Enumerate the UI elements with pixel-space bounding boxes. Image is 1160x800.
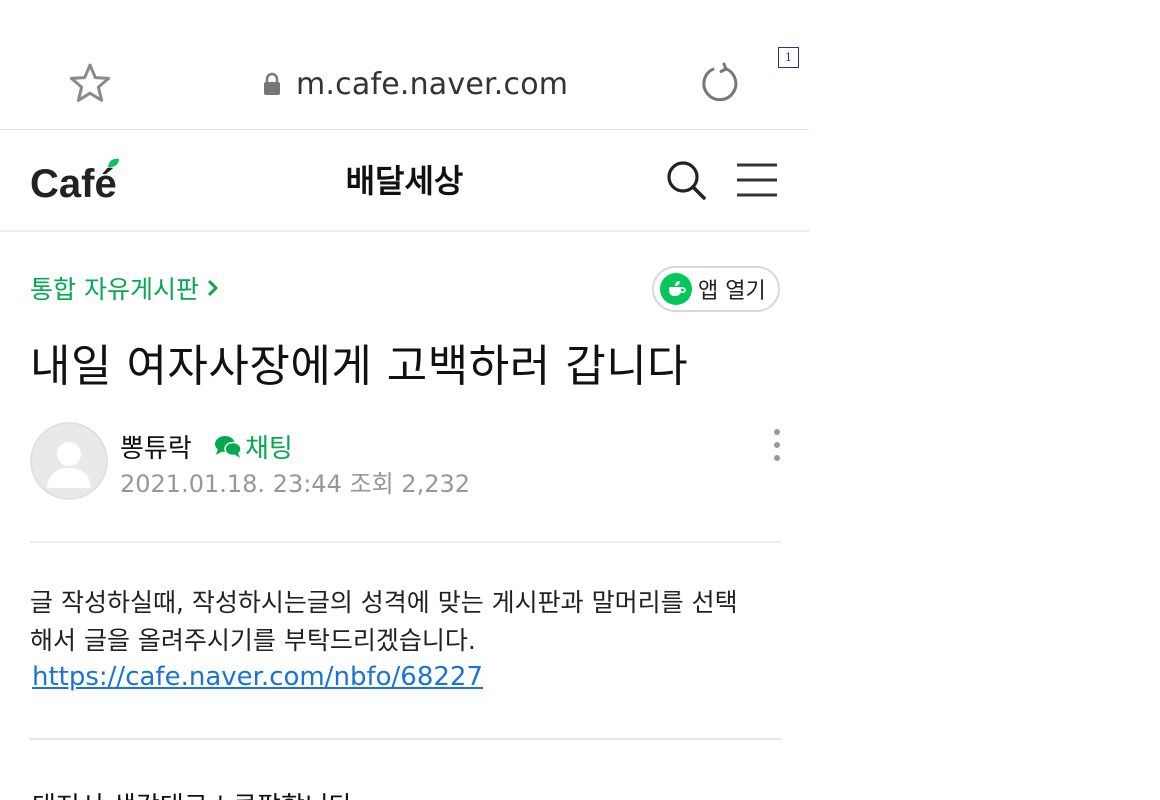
more-options-button[interactable] [764, 428, 790, 464]
divider [30, 738, 781, 740]
url-text: m.cafe.naver.com [296, 66, 569, 102]
page-number-badge: 1 [778, 47, 799, 68]
reload-icon [702, 62, 738, 102]
article-title: 내일 여자사장에게 고백하러 갑니다 [30, 341, 689, 392]
notice-line: 해서 글을 올려주시기를 부탁드리겠습니다. [30, 626, 476, 655]
url-field[interactable]: m.cafe.naver.com [262, 64, 568, 104]
star-icon [69, 63, 111, 102]
cafe-app-icon [660, 273, 692, 305]
menu-button[interactable] [734, 158, 780, 202]
notice-line: 글 작성하실때, 작성하시는글의 성격에 맞는 게시판과 말머리를 선택 [30, 588, 738, 617]
avatar-placeholder-icon [30, 422, 108, 500]
chat-bubble-icon [215, 435, 242, 458]
search-icon [667, 161, 706, 200]
chat-label: 채팅 [245, 434, 293, 464]
notice-text: 글 작성하실때, 작성하시는글의 성격에 맞는 게시판과 말머리를 선택 해서 … [30, 584, 790, 660]
open-app-label: 앱 열기 [698, 279, 766, 304]
open-app-button[interactable]: 앱 열기 [652, 266, 780, 312]
article-body-text: 대저서 생각대로 | 큰팔합니다 [32, 786, 353, 800]
views-label: 조회 [349, 470, 394, 498]
reload-button[interactable] [698, 62, 742, 106]
menu-icon [737, 163, 777, 197]
author-name[interactable]: 뽕튜락 [120, 428, 192, 465]
more-vertical-icon [774, 429, 780, 461]
divider [30, 541, 781, 543]
board-name: 통합 자유게시판 [30, 275, 199, 304]
bookmark-button[interactable] [68, 62, 112, 106]
notice-link[interactable]: https://cafe.naver.com/nbfo/68227 [32, 662, 483, 692]
mobile-viewport: m.cafe.naver.com Café 배달세상 통합 자유게시판 앱 열기… [0, 0, 809, 800]
lock-icon [264, 72, 280, 95]
post-meta: 2021.01.18. 23:44 조회 2,232 [120, 464, 470, 499]
search-button[interactable] [664, 158, 708, 202]
board-link[interactable]: 통합 자유게시판 [30, 270, 219, 306]
chat-button[interactable]: 채팅 [214, 428, 293, 465]
chevron-right-icon [207, 279, 218, 297]
views-count: 2,232 [401, 470, 471, 498]
author-avatar[interactable] [30, 422, 108, 500]
post-date: 2021.01.18. 23:44 [120, 470, 342, 498]
